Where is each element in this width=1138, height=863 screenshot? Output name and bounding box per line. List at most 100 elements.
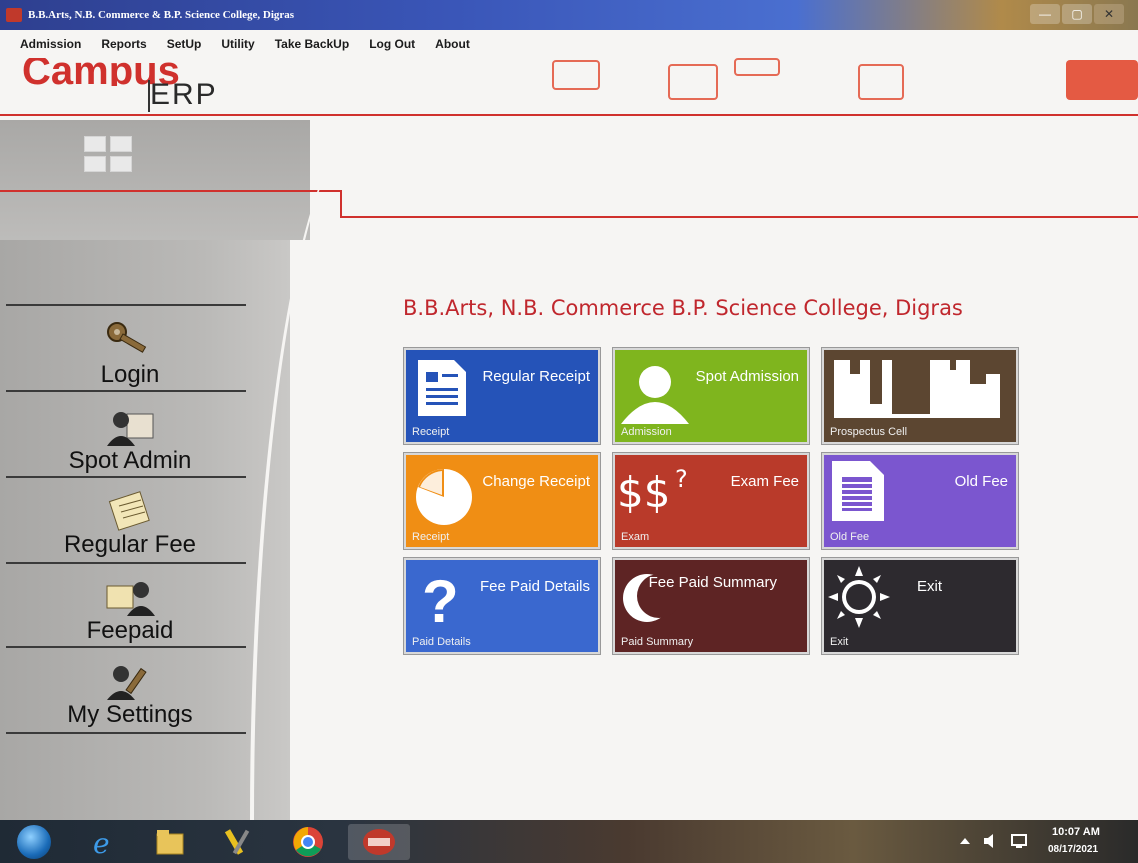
taskbar-app-explorer[interactable] [146,824,194,860]
tile-exam-fee[interactable]: $$ ? Exam Fee Exam [612,452,810,550]
menu-setup[interactable]: SetUp [167,37,202,51]
tile-subtitle: Exam [621,531,650,543]
sidebar-item-my-settings[interactable]: My Settings [20,648,240,728]
sidebar-divider [6,304,246,306]
start-button[interactable] [10,824,58,860]
sidebar-divider [6,390,246,392]
taskbar: e [0,820,1138,863]
menu-bar: Admission Reports SetUp Utility Take Bac… [0,30,1138,58]
sidebar-item-label: Spot Admin [68,447,192,474]
tile-exit[interactable]: Exit Exit [821,557,1019,655]
menu-about[interactable]: About [435,37,470,51]
sidebar-item-feepaid[interactable]: Feepaid [20,564,240,644]
sidebar-item-label: Regular Fee [63,531,197,558]
dollar-icon: $$ ? [617,465,688,517]
document-icon [418,360,466,416]
speaker-icon[interactable] [982,832,1000,850]
app-header: Campus ERP [0,58,1138,120]
menu-reports[interactable]: Reports [101,37,146,51]
tile-subtitle: Paid Summary [621,636,694,648]
tile-subtitle: Prospectus Cell [830,426,908,438]
taskbar-app-tools[interactable] [214,824,262,860]
tile-old-fee[interactable]: Old Fee Old Fee [821,452,1019,550]
sidebar-item-label: Login [100,361,160,388]
sidebar-item-label: My Settings [67,701,193,728]
sidebar-item-login[interactable]: Login [20,308,240,388]
banner-grey-panel [0,120,310,240]
logo-erp-text: ERP [150,78,218,111]
tile-subtitle: Receipt [412,426,450,438]
sidebar: Login Spot Admin Regular Fee Feepaid My … [0,240,290,820]
sidebar-item-regular-fee[interactable]: Regular Fee [20,478,240,558]
clock-time[interactable]: 10:07 AM [1052,826,1100,838]
network-icon[interactable] [1010,832,1028,850]
chrome-icon [293,827,323,857]
taskbar-app-chrome[interactable] [284,824,332,860]
taskbar-app-erp[interactable] [348,824,410,860]
svg-text:$$: $$ [617,468,670,517]
menu-admission[interactable]: Admission [20,37,81,51]
svg-text:?: ? [675,465,688,493]
close-button[interactable]: ✕ [1094,4,1124,24]
header-decoration [552,60,600,90]
erp-icon [363,829,395,855]
banner-tile-graphic [84,136,140,176]
tile-title: Exit [916,578,942,595]
sidebar-divider [6,732,246,734]
minimize-button[interactable]: — [1030,4,1060,24]
maximize-button[interactable]: ▢ [1062,4,1092,24]
menu-take-backup[interactable]: Take BackUp [275,37,349,51]
window-titlebar: B.B.Arts, N.B. Commerce & B.P. Science C… [0,0,1138,30]
tile-title: Regular Receipt [482,368,590,385]
tile-spot-admission[interactable]: Spot Admission Admission [612,347,810,445]
banner-line [0,190,340,192]
show-hidden-icons-icon[interactable] [960,836,970,844]
header-decoration [858,64,904,100]
college-title: B.B.Arts, N.B. Commerce B.P. Science Col… [403,296,963,320]
tile-subtitle: Exit [830,636,849,648]
tile-title: Spot Admission [695,368,799,385]
header-decoration [668,64,718,100]
tile-title: Exam Fee [730,473,799,490]
question-icon: ? [422,568,459,634]
tile-title: Change Receipt [482,473,590,490]
menu-utility[interactable]: Utility [221,37,254,51]
admin-user-icon [107,412,154,446]
tile-title: Fee Paid Summary [648,574,777,591]
header-divider [0,114,1138,116]
tile-prospectus-cell[interactable]: Prospectus Cell [821,347,1019,445]
fee-users-icon [106,582,155,616]
banner-line [340,216,1138,218]
app-icon [6,8,22,22]
svg-text:e: e [93,827,110,857]
folder-icon [156,830,184,855]
notepad-icon [108,491,150,531]
ie-icon: e [93,827,110,857]
settings-wrench-icon [107,666,147,700]
tile-fee-paid-details[interactable]: ? Fee Paid Details Paid Details [403,557,601,655]
tile-fee-paid-summary[interactable]: Fee Paid Summary Paid Summary [612,557,810,655]
header-decoration [734,58,780,76]
clock-date[interactable]: 08/17/2021 [1048,844,1098,855]
pie-icon [416,469,472,525]
taskbar-app-ie[interactable]: e [80,824,128,860]
tile-title: Old Fee [954,473,1008,490]
windows-logo-icon [17,825,51,859]
menu-log-out[interactable]: Log Out [369,37,415,51]
tile-subtitle: Old Fee [830,531,870,543]
key-icon [107,322,147,353]
tile-regular-receipt[interactable]: Regular Receipt Receipt [403,347,601,445]
banner [0,120,1138,240]
tile-change-receipt[interactable]: Change Receipt Receipt [403,452,601,550]
tools-icon [224,829,250,855]
tile-subtitle: Receipt [412,531,450,543]
window-title: B.B.Arts, N.B. Commerce & B.P. Science C… [28,9,295,21]
tile-title: Fee Paid Details [479,578,590,595]
svg-text:?: ? [422,568,459,634]
tile-subtitle: Paid Details [412,636,471,648]
prospectus-icon [834,360,1000,418]
sidebar-item-spot-admin[interactable]: Spot Admin [20,394,240,474]
tile-subtitle: Admission [621,426,672,438]
sun-icon [828,566,890,628]
sidebar-item-label: Feepaid [86,617,174,644]
